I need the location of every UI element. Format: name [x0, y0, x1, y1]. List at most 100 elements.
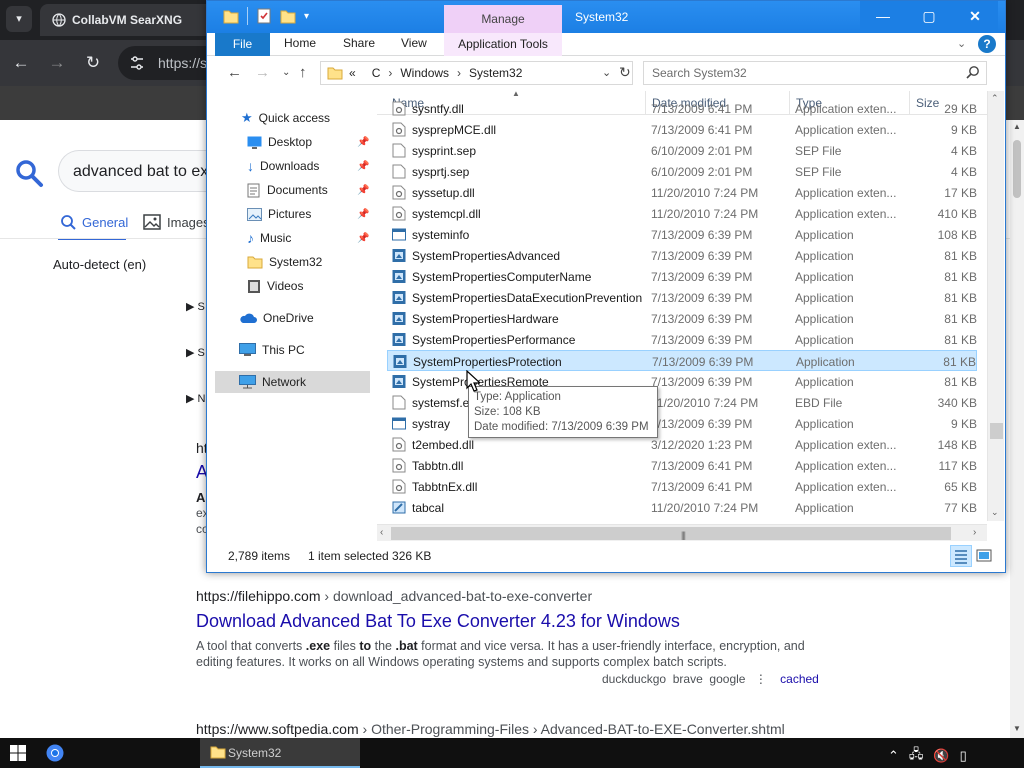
nav-item-desktop[interactable]: Desktop 📌 [247, 131, 377, 153]
maximize-button[interactable]: ▢ [906, 1, 952, 32]
nav-item-videos[interactable]: Videos [247, 275, 303, 297]
result-title-link[interactable]: Download Advanced Bat To Exe Converter 4… [196, 611, 680, 632]
file-row[interactable]: sysprtj.sep 6/10/2009 2:01 PM SEP File 4 KB [387, 161, 977, 182]
file-icon [392, 143, 406, 158]
file-row[interactable]: tabcal 11/20/2010 7:24 PM Application 77 KB [387, 497, 977, 518]
file-size: 108 KB [937, 228, 977, 242]
tab-home[interactable]: Home [284, 36, 316, 50]
search-logo-icon[interactable] [14, 158, 44, 188]
action-center-icon[interactable]: ▯ [960, 748, 967, 764]
refresh-icon[interactable]: ↻ [619, 64, 631, 81]
file-row[interactable]: Tabbtn.dll 7/13/2009 6:41 PM Application e… [387, 455, 977, 476]
breadcrumb-overflow[interactable]: « [349, 66, 356, 80]
chrome-icon[interactable] [46, 744, 64, 762]
address-bar[interactable]: «C › Windows › System32 ⌄ ↻ [320, 61, 633, 85]
breadcrumb-system32[interactable]: System32 [469, 66, 522, 80]
nav-item-pictures[interactable]: Pictures 📌 [247, 203, 377, 225]
tab-share[interactable]: Share [343, 36, 375, 50]
nav-item-downloads[interactable]: ↓ Downloads 📌 [247, 155, 377, 177]
scroll-down-arrow-icon[interactable]: ⌄ [991, 507, 999, 518]
minimize-button[interactable]: — [860, 1, 906, 32]
file-row[interactable]: SystemPropertiesDataExecutionPrevention 7… [387, 287, 977, 308]
language-selector[interactable]: Auto-detect (en) [53, 257, 146, 272]
cached-link[interactable]: cached [780, 672, 819, 686]
file-type: Application [796, 355, 855, 369]
search-icon[interactable] [966, 65, 980, 79]
file-list-vertical-scrollbar[interactable]: ⌃ ⌄ [987, 91, 1004, 521]
address-dropdown-icon[interactable]: ⌄ [602, 66, 611, 79]
file-row[interactable]: SystemPropertiesComputerName 7/13/2009 6:… [387, 266, 977, 287]
volume-muted-icon[interactable]: 🔇 [933, 748, 949, 764]
pin-icon: 📌 [357, 232, 370, 244]
large-icons-view-button[interactable] [974, 545, 996, 567]
new-folder-icon[interactable] [280, 7, 296, 25]
reload-icon[interactable]: ↻ [80, 50, 106, 76]
up-arrow-icon[interactable]: ↑ [299, 64, 307, 81]
forward-arrow-icon[interactable]: → [255, 64, 270, 81]
scroll-left-arrow-icon[interactable]: ‹ [380, 527, 383, 538]
file-row[interactable]: systeminfo 7/13/2009 6:39 PM Application 10… [387, 224, 977, 245]
nav-item-quick-access[interactable]: ★ Quick access [241, 107, 330, 129]
nav-item-system32[interactable]: System32 [247, 251, 322, 273]
network-tray-icon[interactable]: 🖧 [909, 745, 924, 767]
result-url[interactable]: https://www.softpedia.com › Other-Progra… [196, 721, 785, 737]
site-info-icon[interactable] [128, 54, 146, 72]
nav-item-music[interactable]: ♪ Music 📌 [247, 227, 377, 249]
tab-file[interactable]: File [215, 33, 270, 56]
scroll-right-arrow-icon[interactable]: › [973, 527, 976, 538]
scroll-up-arrow-icon[interactable]: ▲ [1012, 122, 1022, 132]
back-arrow-icon[interactable]: ← [8, 50, 34, 76]
nav-item-documents[interactable]: Documents 📌 [247, 179, 377, 201]
tab-search-button[interactable]: ▾ [6, 6, 32, 32]
tab-general[interactable]: General [60, 214, 128, 230]
collapsed-section[interactable]: ▶ N [186, 392, 205, 405]
search-input[interactable]: advanced bat to ex [58, 150, 228, 192]
file-row[interactable]: SystemPropertiesHardware 7/13/2009 6:39 P… [387, 308, 977, 329]
help-icon[interactable]: ? [978, 35, 996, 53]
file-row[interactable]: systemcpl.dll 11/20/2010 7:24 PM Applicati… [387, 203, 977, 224]
scroll-down-arrow-icon[interactable]: ▼ [1012, 724, 1022, 734]
chevron-up-icon[interactable]: ⌃ [888, 748, 899, 764]
file-row[interactable]: sysprint.sep 6/10/2009 2:01 PM SEP File 4 K… [387, 140, 977, 161]
taskbar-item-explorer[interactable]: System32 [200, 738, 360, 768]
computer-icon [239, 343, 256, 356]
tab-view[interactable]: View [401, 36, 427, 50]
vertical-scroll-thumb[interactable] [990, 423, 1003, 439]
more-vert-icon[interactable]: ⋮ [755, 672, 767, 686]
windows-start-icon[interactable] [10, 745, 26, 761]
breadcrumb-c[interactable]: C [372, 66, 381, 80]
recent-locations-icon[interactable]: ⌄ [282, 67, 290, 78]
page-scrollbar[interactable]: ▲ ▼ [1010, 120, 1024, 738]
nav-item-network[interactable]: Network [239, 371, 306, 393]
title-bar[interactable]: ▾ Manage System32 — ▢ ✕ [207, 1, 1005, 33]
back-arrow-icon[interactable]: ← [227, 64, 242, 81]
forward-arrow-icon[interactable]: → [44, 50, 70, 76]
folder-icon[interactable] [223, 7, 239, 25]
result-url[interactable]: https://filehippo.com › download_advance… [196, 588, 592, 604]
file-row[interactable]: SystemPropertiesAdvanced 7/13/2009 6:39 P… [387, 245, 977, 266]
close-button[interactable]: ✕ [952, 1, 998, 32]
file-row[interactable]: syssetup.dll 11/20/2010 7:24 PM Applicatio… [387, 182, 977, 203]
horizontal-scroll-thumb[interactable]: ||| [391, 527, 951, 540]
file-row[interactable]: TabbtnEx.dll 7/13/2009 6:41 PM Application… [387, 476, 977, 497]
nav-item-onedrive[interactable]: OneDrive [239, 307, 314, 329]
customize-toolbar-icon[interactable]: ▾ [304, 11, 309, 22]
file-list-horizontal-scrollbar[interactable]: ‹ ||| › [377, 524, 987, 541]
file-row[interactable]: SystemPropertiesPerformance 7/13/2009 6:3… [387, 329, 977, 350]
expand-ribbon-icon[interactable]: ⌄ [957, 37, 966, 50]
breadcrumb-windows[interactable]: Windows [400, 66, 449, 80]
details-view-button[interactable] [950, 545, 972, 567]
file-row[interactable]: sysntfy.dll 7/13/2009 6:41 PM Application … [387, 98, 977, 119]
file-row[interactable]: SystemPropertiesProtection 7/13/2009 6:39… [387, 350, 977, 371]
collapsed-section[interactable]: ▶ S [186, 300, 205, 313]
search-input[interactable]: Search System32 [643, 61, 987, 85]
tab-images[interactable]: Images [143, 214, 210, 230]
file-row[interactable]: sysprepMCE.dll 7/13/2009 6:41 PM Applicati… [387, 119, 977, 140]
nav-item-this-pc[interactable]: This PC [239, 339, 305, 361]
page-scroll-thumb[interactable] [1013, 140, 1021, 198]
properties-icon[interactable] [256, 7, 272, 25]
scroll-up-arrow-icon[interactable]: ⌃ [991, 93, 999, 104]
collapsed-section[interactable]: ▶ S [186, 346, 205, 359]
tab-application-tools[interactable]: Application Tools [444, 33, 562, 56]
manage-context-tab[interactable]: Manage [444, 5, 562, 33]
